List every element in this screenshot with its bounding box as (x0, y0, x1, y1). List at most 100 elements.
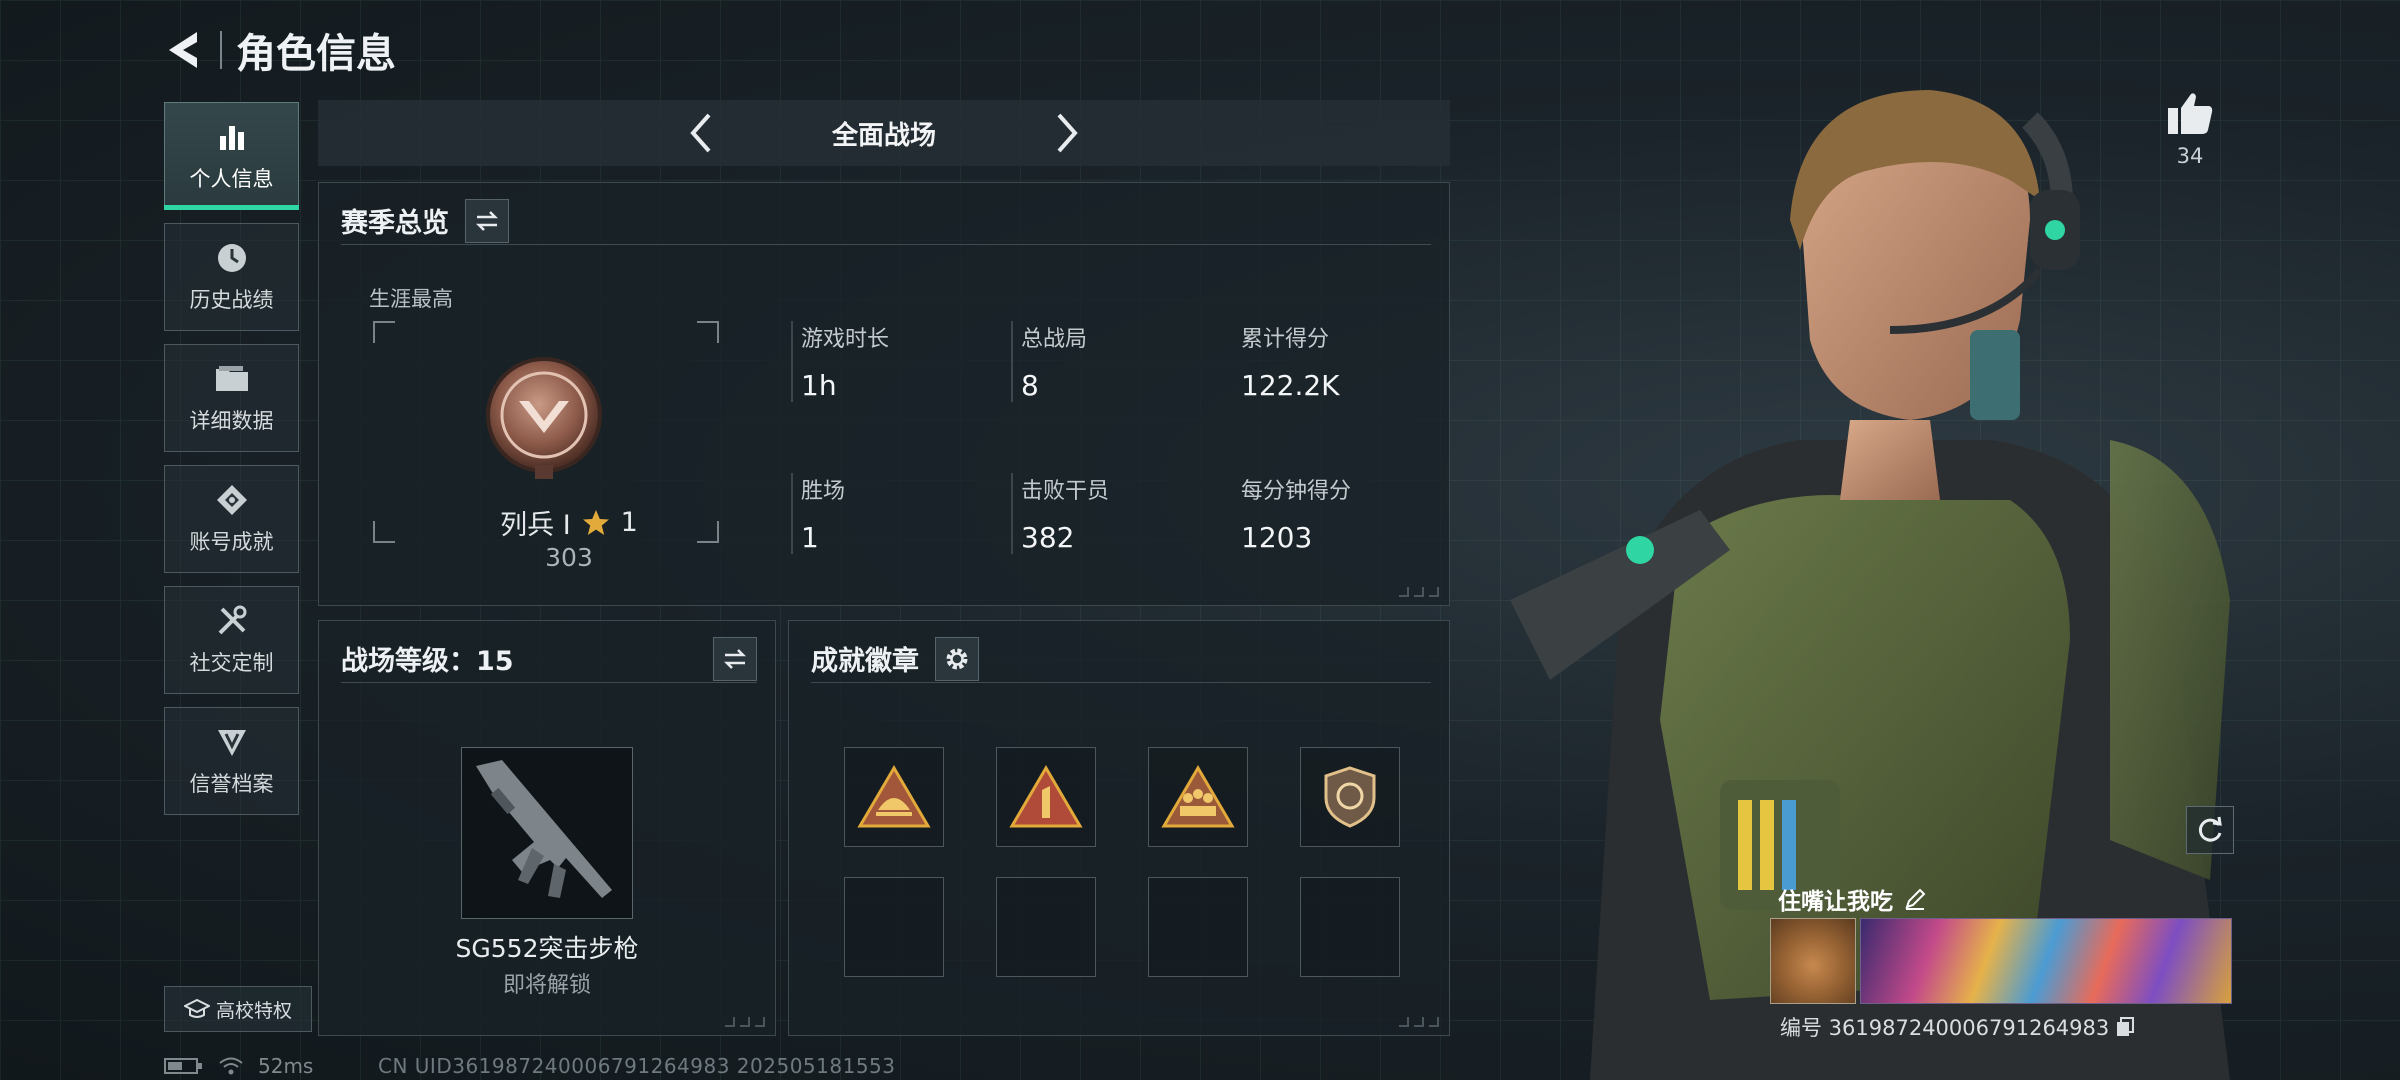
refresh-icon (2198, 816, 2222, 842)
like-count: 34 (2176, 144, 2204, 168)
achievement-badge[interactable] (1148, 747, 1248, 847)
sidebar-item-achievements[interactable]: 账号成就 (164, 465, 299, 573)
folder-icon (212, 361, 252, 397)
reputation-icon (212, 724, 252, 760)
battery-icon (164, 1058, 202, 1074)
rank-badge-icon (486, 357, 602, 479)
campus-privilege-label: 高校特权 (215, 999, 292, 1022)
stat-label: 击败干员 (1021, 479, 1110, 504)
weapon-card[interactable] (461, 747, 633, 919)
weapon-name: SG552突击步枪 (455, 934, 639, 963)
weapon-unlock-status: 即将解锁 (502, 973, 591, 998)
mode-prev-button[interactable] (676, 108, 726, 158)
player-id: 编号 3619872400067912649​83 (1780, 1012, 2135, 1042)
stat-total-score: 累计得分 122.2K (1233, 321, 1433, 402)
sidebar-item-label: 社交定制 (189, 651, 274, 675)
stat-label: 累计得分 (1241, 327, 1330, 352)
season-overview-title: 赛季总览 (341, 208, 449, 239)
sidebar-item-label: 账号成就 (189, 530, 274, 554)
achievement-icon (212, 482, 252, 518)
stat-kills: 击败干员 382 (1011, 473, 1211, 554)
stat-total-matches: 总战局 8 (1011, 321, 1211, 402)
player-avatar[interactable] (1770, 918, 1856, 1004)
stat-value: 122.2K (1241, 369, 1340, 402)
back-button[interactable] (160, 27, 206, 73)
swap-icon (475, 210, 499, 231)
mode-title: 全面战场 (831, 120, 936, 151)
empty-badge-slot[interactable] (1148, 877, 1248, 977)
sidebar: 个人信息 历史战绩 详细数据 账号成就 社交定制 信誉档案 (164, 102, 299, 828)
sidebar-item-label: 个人信息 (189, 167, 274, 191)
achievement-badge[interactable] (844, 747, 944, 847)
empty-badge-slot[interactable] (844, 877, 944, 977)
tools-icon (212, 603, 252, 639)
achievements-settings-button[interactable] (935, 636, 979, 681)
player-name-row[interactable]: 住嘴让我吃 (1778, 882, 1927, 916)
edit-pencil-icon (1905, 888, 1926, 910)
achievements-panel: 成就徽章 (788, 620, 1450, 1036)
battle-level-title: 战场等级：15 (341, 646, 514, 677)
stat-label: 游戏时长 (801, 327, 890, 352)
mode-next-button[interactable] (1042, 108, 1092, 158)
header: 角色信息 (160, 22, 396, 78)
stat-label: 每分钟得分 (1241, 479, 1352, 504)
empty-badge-slot[interactable] (996, 877, 1096, 977)
stat-value: 382 (1021, 521, 1075, 554)
stat-play-time: 游戏时长 1h (791, 321, 991, 402)
thumbs-up-icon (2168, 93, 2213, 134)
season-overview-panel: 赛季总览 生涯最高 列兵 Ⅰ 1 303 游戏时长 1h 总战局 8 累计得分 … (318, 182, 1450, 606)
chevron-right-icon (1057, 113, 1078, 153)
stat-wins: 胜场 1 (791, 473, 991, 554)
sidebar-item-reputation[interactable]: 信誉档案 (164, 707, 299, 815)
status-bar: 52ms (164, 1054, 313, 1078)
corner-decoration (1399, 587, 1439, 597)
rank-name: 列兵 Ⅰ 1 (419, 503, 719, 542)
sidebar-item-personal-info[interactable]: 个人信息 (164, 102, 299, 210)
season-swap-button[interactable] (465, 198, 509, 243)
star-icon (582, 509, 609, 535)
player-banner[interactable] (1860, 918, 2232, 1004)
battle-level-swap-button[interactable] (713, 636, 757, 681)
copy-icon[interactable] (2115, 1016, 2135, 1038)
achievements-title: 成就徽章 (811, 646, 919, 677)
header-divider (220, 31, 222, 69)
wifi-icon (219, 1057, 243, 1075)
achievement-badge[interactable] (996, 747, 1096, 847)
clock-icon (212, 240, 252, 276)
stat-value: 8 (1021, 369, 1039, 402)
like-button[interactable]: 34 (2160, 90, 2220, 168)
stat-value: 1h (801, 369, 837, 402)
campus-privilege-button[interactable]: 高校特权 (164, 986, 312, 1032)
squad-badge-icon (1161, 765, 1235, 828)
stat-label: 胜场 (801, 479, 846, 504)
uid-text: CN UID3619872400067912649​83 20250518155… (378, 1054, 896, 1078)
sidebar-item-history[interactable]: 历史战绩 (164, 223, 299, 331)
battle-level-header: 战场等级：15 (341, 635, 757, 683)
player-name: 住嘴让我吃 (1778, 889, 1893, 915)
player-id-text: 编号 3619872400067912649​83 (1780, 1016, 2110, 1040)
swap-icon (723, 648, 747, 669)
mode-selector: 全面战场 (318, 100, 1450, 166)
sidebar-item-detailed-data[interactable]: 详细数据 (164, 344, 299, 452)
career-high-label: 生涯最高 (369, 287, 453, 311)
achievement-badge[interactable] (1300, 747, 1400, 847)
rank-one-badge-icon (1009, 765, 1083, 828)
bar-chart-icon (212, 119, 252, 155)
refresh-button[interactable] (2186, 806, 2234, 854)
sidebar-item-social[interactable]: 社交定制 (164, 586, 299, 694)
latency-text: 52ms (258, 1054, 314, 1078)
rank-score: 303 (545, 543, 593, 572)
graduation-cap-icon (183, 999, 210, 1018)
rank-stars: 1 (620, 507, 638, 538)
triangle-badge-icon (857, 765, 931, 828)
sidebar-item-label: 详细数据 (189, 409, 274, 433)
page-title: 角色信息 (236, 31, 396, 77)
corner-decoration (1399, 1017, 1439, 1027)
achievements-header: 成就徽章 (811, 635, 1431, 683)
rank-title: 列兵 Ⅰ (500, 510, 571, 541)
empty-badge-slot[interactable] (1300, 877, 1400, 977)
stat-value: 1 (801, 521, 819, 554)
season-overview-header: 赛季总览 (341, 197, 1431, 245)
shield-badge-icon (1324, 766, 1376, 828)
back-arrow-icon (169, 32, 197, 68)
